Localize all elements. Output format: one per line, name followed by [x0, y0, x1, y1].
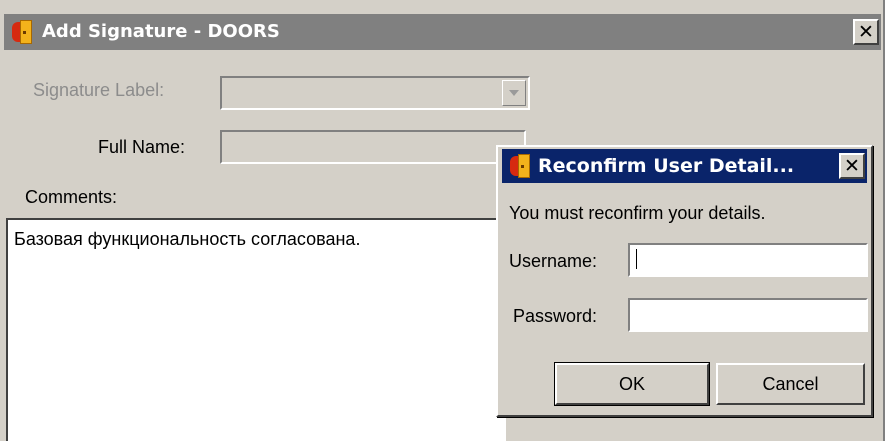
username-input[interactable] — [628, 243, 868, 277]
signature-label-label: Signature Label: — [33, 80, 165, 100]
chevron-down-icon — [509, 90, 519, 96]
comments-label: Comments: — [25, 187, 118, 207]
full-name-label: Full Name: — [98, 137, 186, 157]
signature-label-combo[interactable] — [220, 76, 530, 110]
reconfirm-dialog-title: Reconfirm User Detail... — [538, 155, 795, 177]
close-icon: ✕ — [844, 155, 860, 177]
combo-dropdown-button[interactable] — [502, 80, 526, 106]
reconfirm-message: You must reconfirm your details. — [509, 203, 766, 223]
doors-app-icon — [12, 20, 34, 44]
cancel-button[interactable]: Cancel — [716, 363, 865, 405]
password-input[interactable] — [628, 298, 868, 332]
main-close-button[interactable]: ✕ — [853, 19, 879, 45]
doors-app-icon — [510, 154, 532, 178]
reconfirm-close-button[interactable]: ✕ — [839, 153, 865, 179]
reconfirm-title-bar[interactable]: Reconfirm User Detail... ✕ — [502, 149, 867, 183]
comments-textarea[interactable] — [6, 218, 506, 441]
main-title-bar[interactable]: Add Signature - DOORS ✕ — [4, 14, 881, 50]
main-dialog-title: Add Signature - DOORS — [42, 21, 280, 42]
close-icon: ✕ — [858, 21, 874, 43]
comments-text: Базовая функциональность согласована. — [14, 229, 361, 249]
full-name-field[interactable] — [220, 130, 526, 164]
text-caret — [636, 249, 637, 269]
ok-button[interactable]: OK — [554, 362, 710, 406]
password-label: Password: — [513, 306, 598, 326]
username-label: Username: — [509, 251, 598, 271]
